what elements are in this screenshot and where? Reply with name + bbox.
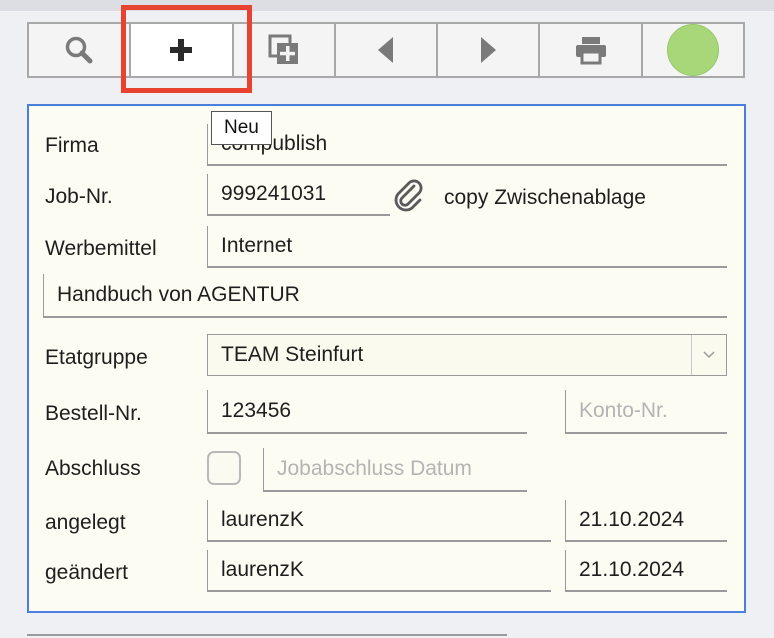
previous-button[interactable] xyxy=(335,24,439,76)
jobabschluss-datum-field[interactable]: Jobabschluss Datum xyxy=(263,448,527,492)
etatgruppe-select[interactable]: TEAM Steinfurt xyxy=(207,334,727,376)
job-form: Firma compublish Job-Nr. 999241031 copy … xyxy=(27,104,746,613)
bestell-label: Bestell-Nr. xyxy=(45,402,142,425)
search-icon xyxy=(65,36,93,64)
werbemittel-label: Werbemittel xyxy=(45,237,157,260)
status-button[interactable] xyxy=(642,24,743,76)
triangle-left-icon xyxy=(377,37,393,63)
tooltip-new: Neu xyxy=(211,111,272,145)
geaendert-label: geändert xyxy=(45,561,128,584)
search-button[interactable] xyxy=(29,24,132,76)
paperclip-icon[interactable] xyxy=(392,178,426,212)
werbemittel-field[interactable]: Internet xyxy=(207,226,727,268)
angelegt-date-field[interactable]: 21.10.2024 xyxy=(565,500,727,542)
copy-clipboard-label[interactable]: copy Zwischenablage xyxy=(444,186,646,210)
next-button[interactable] xyxy=(438,24,541,76)
plus-icon xyxy=(170,39,193,61)
angelegt-user-field[interactable]: laurenzK xyxy=(207,500,551,542)
triangle-right-icon xyxy=(481,37,497,63)
description-field[interactable]: Handbuch von AGENTUR xyxy=(43,274,727,318)
firma-field[interactable]: compublish xyxy=(207,124,727,166)
konto-field[interactable]: Konto-Nr. xyxy=(565,390,727,434)
job-label: Job-Nr. xyxy=(45,185,113,208)
etatgruppe-value: TEAM Steinfurt xyxy=(221,343,364,366)
duplicate-button[interactable] xyxy=(233,24,336,76)
duplicate-icon xyxy=(268,34,298,64)
firma-label: Firma xyxy=(45,134,99,157)
etatgruppe-label: Etatgruppe xyxy=(45,346,148,369)
bottom-divider xyxy=(27,634,507,636)
print-button[interactable] xyxy=(540,24,643,76)
bestell-field[interactable]: 123456 xyxy=(207,390,527,434)
geaendert-user-field[interactable]: laurenzK xyxy=(207,550,551,592)
geaendert-date-field[interactable]: 21.10.2024 xyxy=(565,550,727,592)
angelegt-label: angelegt xyxy=(45,511,126,534)
abschluss-label: Abschluss xyxy=(45,457,141,480)
job-field[interactable]: 999241031 xyxy=(207,174,390,216)
chevron-down-icon[interactable] xyxy=(691,335,726,375)
abschluss-checkbox[interactable] xyxy=(207,451,241,485)
top-strip xyxy=(0,0,774,11)
toolbar xyxy=(27,22,745,78)
printer-icon xyxy=(575,37,606,65)
new-button[interactable] xyxy=(131,24,234,76)
status-dot xyxy=(666,24,719,76)
